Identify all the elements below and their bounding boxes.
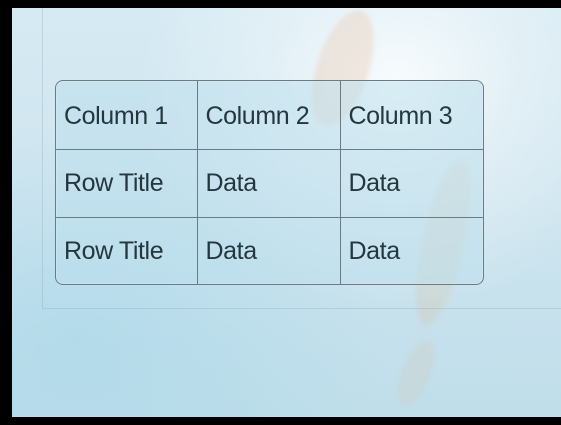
table-header-row: Column 1 Column 2 Column 3 xyxy=(56,81,483,150)
screenshot-frame: Column 1 Column 2 Column 3 Row Title Dat… xyxy=(0,0,561,425)
data-table: Column 1 Column 2 Column 3 Row Title Dat… xyxy=(55,80,484,285)
data-cell: Data xyxy=(197,149,341,218)
table-row: Row Title Data Data xyxy=(56,217,483,284)
row-title-cell: Row Title xyxy=(56,149,198,218)
column-3-header: Column 3 xyxy=(340,81,483,150)
data-cell: Data xyxy=(197,217,341,284)
table-row: Row Title Data Data xyxy=(56,149,483,218)
row-title-cell: Row Title xyxy=(56,217,198,284)
slide-guide-line-vertical xyxy=(42,8,43,308)
column-1-header: Column 1 xyxy=(56,81,198,150)
column-2-header: Column 2 xyxy=(197,81,341,150)
table-grid: Column 1 Column 2 Column 3 Row Title Dat… xyxy=(56,81,483,284)
background-fish-shape xyxy=(389,335,443,411)
data-cell: Data xyxy=(348,237,401,265)
slide-canvas: Column 1 Column 2 Column 3 Row Title Dat… xyxy=(12,8,561,417)
slide-guide-line-horizontal xyxy=(42,308,561,309)
data-cell: Data xyxy=(340,149,483,218)
